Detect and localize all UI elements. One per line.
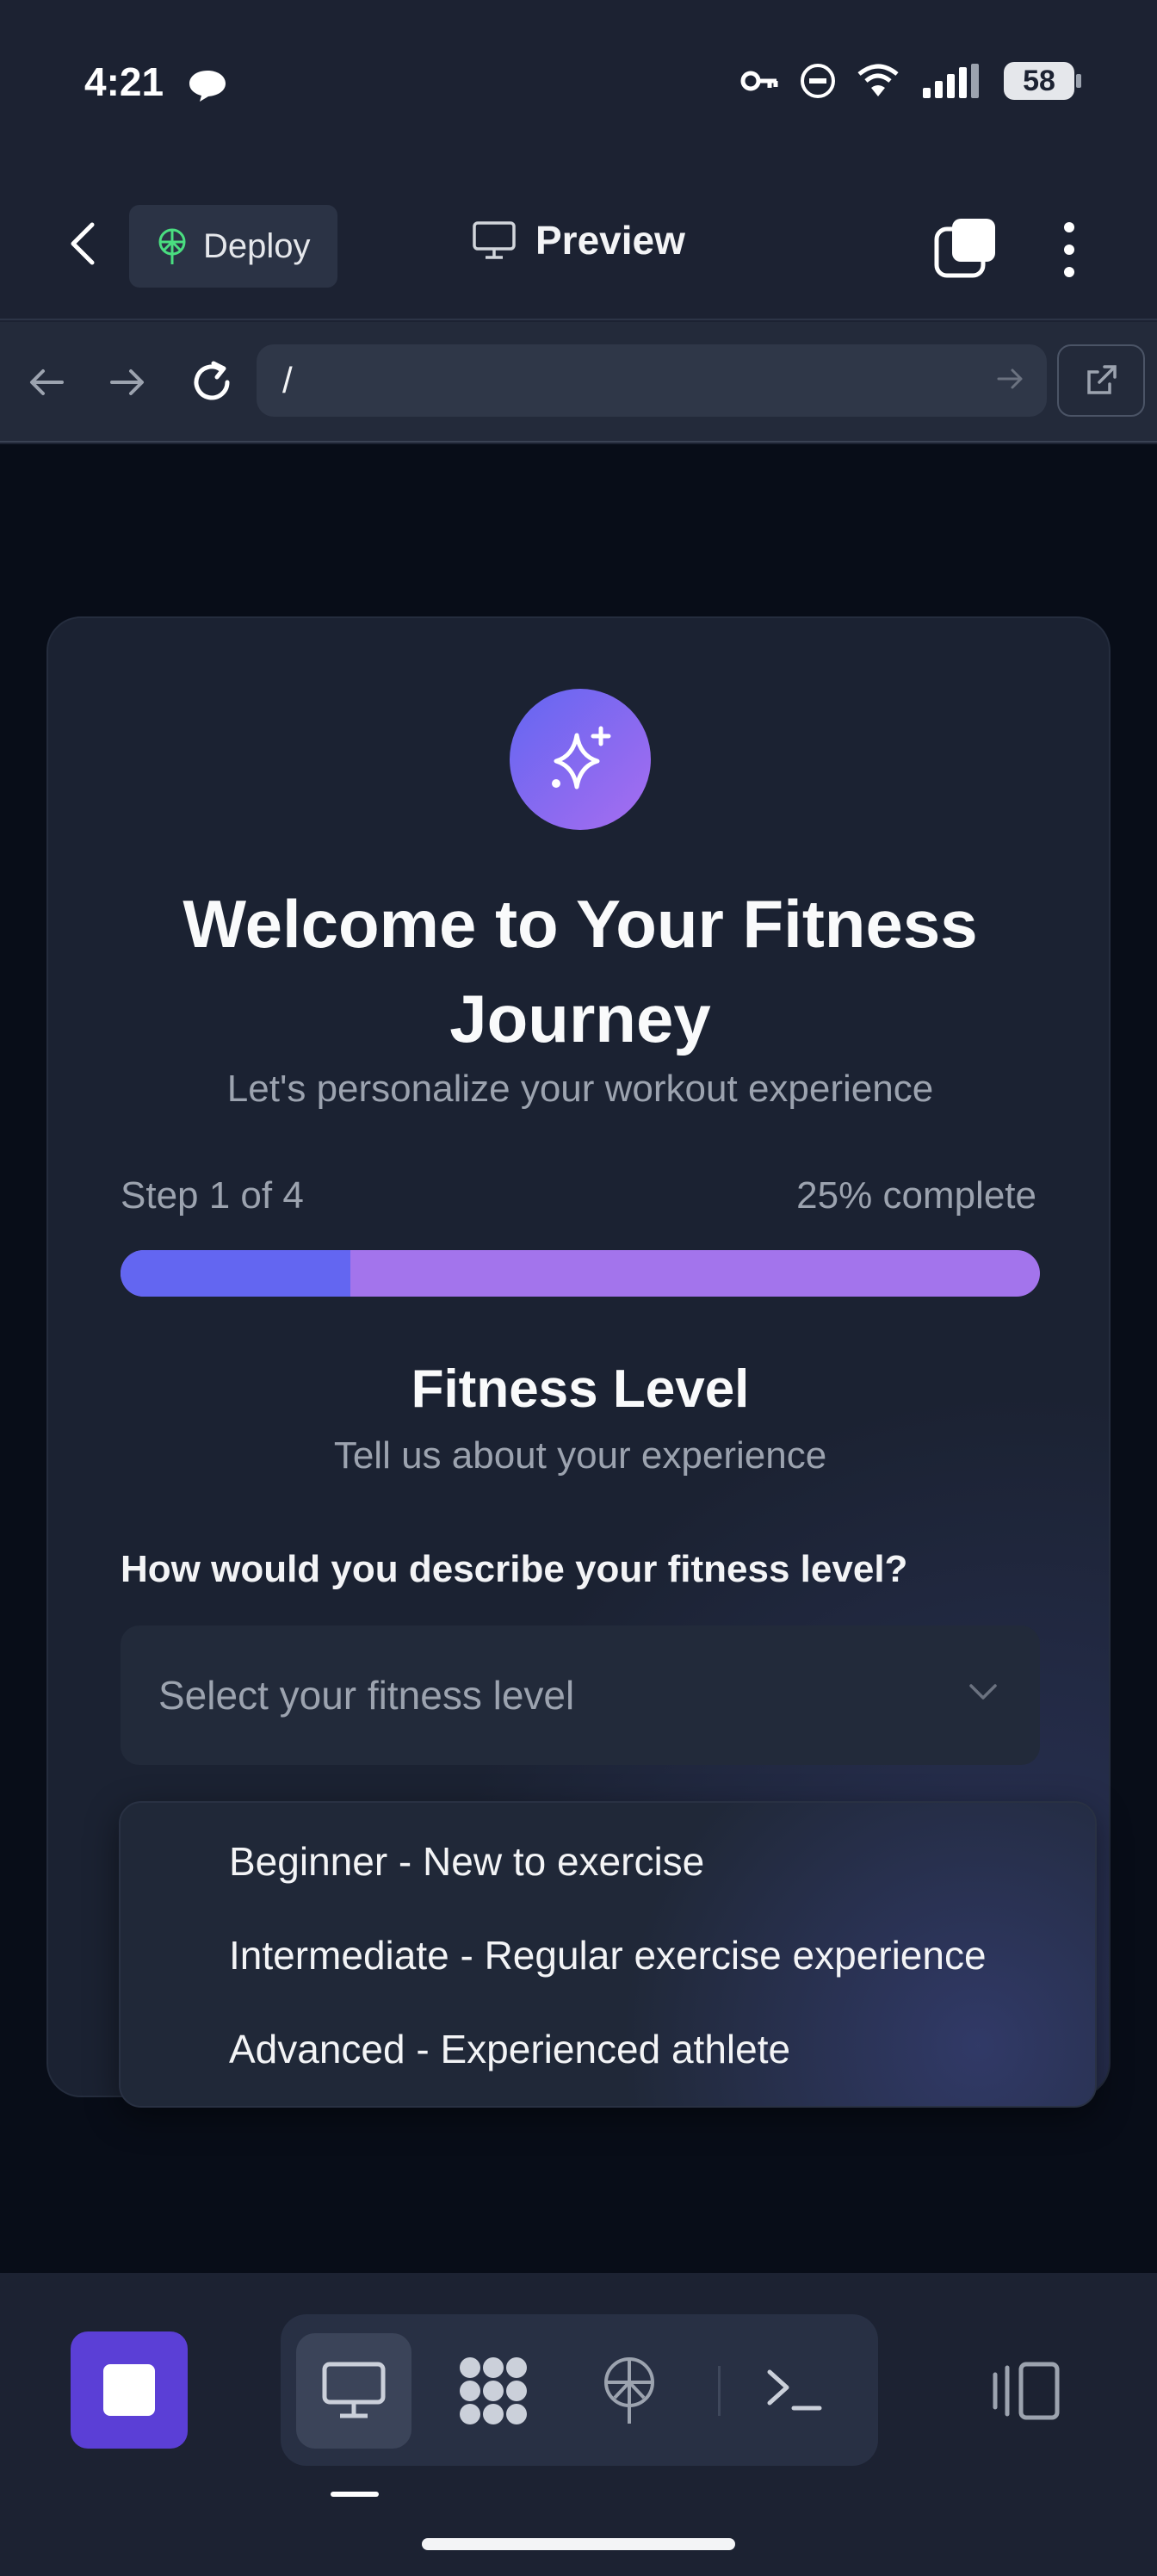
tool-preview[interactable] <box>296 2333 411 2449</box>
progress-bar <box>121 1250 1040 1297</box>
status-bar: 4:21 58 <box>0 0 1157 172</box>
home-indicator <box>422 2538 735 2550</box>
external-link-icon <box>1087 365 1117 394</box>
browser-forward-button[interactable] <box>96 351 158 413</box>
battery-level: 58 <box>1023 64 1055 97</box>
more-options-button[interactable] <box>1052 215 1086 284</box>
deploy-icon <box>158 228 186 264</box>
progress-fill <box>121 1250 350 1297</box>
sparkle-icon <box>552 726 611 790</box>
section-subtitle: Tell us about your experience <box>333 1434 827 1477</box>
open-external-button[interactable] <box>1057 344 1145 417</box>
active-tab-indicator <box>331 2492 379 2497</box>
option-beginner[interactable]: Beginner - New to exercise <box>229 1818 704 1904</box>
fitness-level-dropdown: Beginner - New to exercise Intermediate … <box>119 1801 1097 2108</box>
monitor-icon <box>322 2362 386 2418</box>
deploy-button[interactable]: Deploy <box>129 205 337 288</box>
signal-icon <box>923 64 979 98</box>
status-time: 4:21 <box>84 59 164 104</box>
device-toggle-button[interactable] <box>988 2352 1066 2430</box>
preview-viewport: Welcome to Your Fitness Journey Let's pe… <box>0 444 1157 2273</box>
tool-terminal[interactable] <box>737 2333 852 2449</box>
tool-group <box>281 2314 878 2466</box>
browser-bar: / <box>0 322 1157 443</box>
devices-icon <box>993 2362 1060 2420</box>
url-text: / <box>282 360 293 400</box>
chevron-down-icon <box>969 1684 997 1700</box>
go-arrow-icon[interactable] <box>995 363 1026 394</box>
question-label: How would you describe your fitness leve… <box>121 1548 908 1590</box>
bottom-toolbar <box>0 2273 1157 2576</box>
deploy-label: Deploy <box>203 226 311 265</box>
back-button[interactable] <box>53 214 114 274</box>
option-intermediate[interactable]: Intermediate - Regular exercise experien… <box>229 1912 987 1998</box>
section-title: Fitness Level <box>411 1359 750 1419</box>
terminal-icon <box>767 2369 822 2411</box>
tool-divider <box>718 2366 721 2416</box>
chevron-left-icon <box>71 222 95 265</box>
card-title: Welcome to Your Fitness Journey <box>183 886 978 1056</box>
reload-icon <box>194 361 230 400</box>
preview-title: Preview <box>472 217 685 263</box>
tabs-icon[interactable] <box>931 215 1000 284</box>
do-not-disturb-icon <box>801 64 835 98</box>
more-dot <box>1064 222 1074 232</box>
arrow-right-icon <box>110 369 144 395</box>
option-advanced[interactable]: Advanced - Experienced athlete <box>229 2006 790 2092</box>
status-icons: 58 <box>740 62 1081 100</box>
tool-deploy[interactable] <box>572 2333 687 2449</box>
tool-apps[interactable] <box>436 2333 551 2449</box>
reload-button[interactable] <box>181 351 243 413</box>
card-subtitle: Let's personalize your workout experienc… <box>226 1068 934 1110</box>
preview-title-text: Preview <box>535 218 685 263</box>
battery-icon: 58 <box>1004 62 1081 100</box>
deploy-icon <box>604 2357 654 2424</box>
url-input[interactable]: / <box>257 344 1047 417</box>
arrow-left-icon <box>30 369 64 395</box>
wifi-icon <box>857 64 899 96</box>
percent-label: 25% complete <box>796 1174 1036 1217</box>
app-header: Deploy Preview <box>0 172 1157 320</box>
chat-bubble-icon <box>189 71 226 102</box>
more-dot <box>1064 245 1074 255</box>
fitness-level-select[interactable]: Select your fitness level <box>121 1625 1040 1765</box>
stop-button[interactable] <box>71 2331 188 2449</box>
key-icon <box>740 71 778 91</box>
browser-back-button[interactable] <box>15 351 77 413</box>
select-placeholder: Select your fitness level <box>158 1673 575 1718</box>
monitor-icon <box>473 221 516 259</box>
step-label: Step 1 of 4 <box>121 1174 304 1217</box>
sparkle-badge <box>510 689 651 830</box>
more-dot <box>1064 267 1074 277</box>
stop-icon <box>103 2364 155 2416</box>
apps-icon <box>460 2357 527 2424</box>
